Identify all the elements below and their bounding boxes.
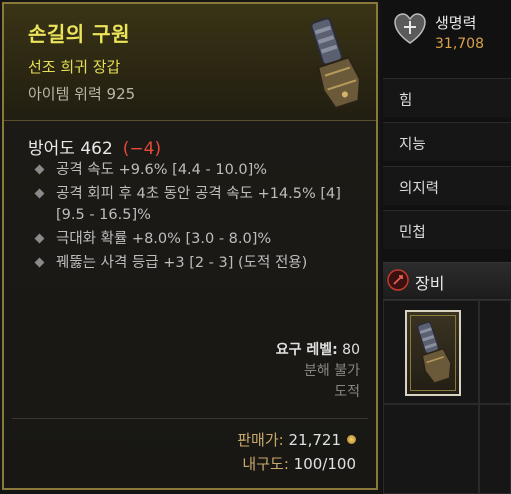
diamond-bullet-icon bbox=[34, 233, 45, 244]
armor-line: 방어도 462 (−4) bbox=[28, 134, 161, 159]
stat-row-willpower[interactable]: 의지력 bbox=[383, 166, 511, 205]
durability-label: 내구도: bbox=[242, 455, 289, 473]
armor-value: 방어도 462 bbox=[28, 139, 113, 159]
required-level-label: 요구 레벨: bbox=[275, 342, 338, 358]
affix-list: 공격 속도 +9.6% [4.4 - 10.0]% 공격 회피 후 4초 동안 … bbox=[34, 160, 364, 277]
affix-item: 공격 회피 후 4초 동안 공격 속도 +14.5% [4][9.5 - 16.… bbox=[34, 184, 364, 226]
affix-item: 꿰뚫는 사격 등급 +3 [2 - 3] (도적 전용) bbox=[34, 253, 364, 274]
tooltip-header: 손길의 구원 선조 희귀 장갑 아이템 위력 925 bbox=[4, 4, 376, 121]
salvage-status: 분해 불가 bbox=[304, 363, 360, 379]
item-name: 손길의 구원 bbox=[28, 22, 130, 46]
grid-cell bbox=[383, 404, 479, 494]
equipment-grid bbox=[383, 300, 511, 494]
affix-text: 공격 회피 후 4초 동안 공격 속도 +14.5% [4][9.5 - 16.… bbox=[56, 186, 341, 223]
affix-item: 공격 속도 +9.6% [4.4 - 10.0]% bbox=[34, 160, 364, 181]
gloves-slot[interactable] bbox=[405, 310, 461, 396]
stat-label: 의지력 bbox=[399, 181, 440, 197]
gauntlet-icon bbox=[416, 321, 452, 384]
requirements: 요구 레벨: 80 분해 불가 도적 bbox=[276, 340, 360, 403]
divider bbox=[12, 418, 368, 419]
stat-label: 민첩 bbox=[399, 225, 426, 241]
stat-label: 지능 bbox=[399, 137, 426, 153]
diamond-bullet-icon bbox=[34, 257, 45, 268]
stat-row-strength[interactable]: 힘 bbox=[383, 78, 511, 117]
sell-info: 판매가: 21,721 내구도: 100/100 bbox=[237, 428, 356, 476]
sell-price-value: 21,721 bbox=[288, 431, 342, 449]
life-value: 31,708 bbox=[435, 36, 484, 52]
durability: 내구도: 100/100 bbox=[237, 452, 356, 476]
diamond-bullet-icon bbox=[34, 188, 45, 199]
equipment-icon bbox=[387, 269, 409, 291]
item-tooltip: 손길의 구원 선조 희귀 장갑 아이템 위력 925 방어도 462 (−4) 공… bbox=[2, 2, 378, 490]
life-stat[interactable]: 생명력 31,708 bbox=[391, 4, 511, 60]
stat-label: 힘 bbox=[399, 93, 413, 109]
item-type: 선조 희귀 장갑 bbox=[28, 58, 121, 76]
armor-delta: (−4) bbox=[122, 139, 162, 159]
character-panel: 생명력 31,708 힘 지능 의지력 민첩 장비 bbox=[381, 0, 511, 494]
gold-coin-icon bbox=[347, 435, 356, 444]
stat-row-intelligence[interactable]: 지능 bbox=[383, 122, 511, 161]
affix-text: 꿰뚫는 사격 등급 +3 [2 - 3] (도적 전용) bbox=[56, 255, 308, 271]
affix-text: 극대화 확률 +8.0% [3.0 - 8.0]% bbox=[56, 231, 272, 247]
grid-cell bbox=[479, 404, 511, 494]
required-level-value: 80 bbox=[342, 342, 360, 358]
diamond-bullet-icon bbox=[34, 164, 45, 175]
item-power: 아이템 위력 925 bbox=[28, 85, 136, 103]
sell-price: 판매가: 21,721 bbox=[237, 428, 356, 452]
equipment-header[interactable]: 장비 bbox=[383, 262, 511, 300]
class-restriction: 도적 bbox=[334, 384, 360, 400]
life-label: 생명력 bbox=[435, 14, 477, 32]
durability-value: 100/100 bbox=[293, 455, 356, 473]
gauntlet-icon bbox=[310, 17, 361, 110]
sell-price-label: 판매가: bbox=[237, 431, 284, 449]
affix-text: 공격 속도 +9.6% [4.4 - 10.0]% bbox=[56, 162, 268, 178]
grid-cell bbox=[479, 300, 511, 404]
affix-item: 극대화 확률 +8.0% [3.0 - 8.0]% bbox=[34, 229, 364, 250]
stat-row-dexterity[interactable]: 민첩 bbox=[383, 210, 511, 249]
required-level: 요구 레벨: 80 bbox=[276, 340, 360, 361]
heart-shield-icon bbox=[394, 13, 426, 44]
equipment-label: 장비 bbox=[415, 274, 445, 293]
